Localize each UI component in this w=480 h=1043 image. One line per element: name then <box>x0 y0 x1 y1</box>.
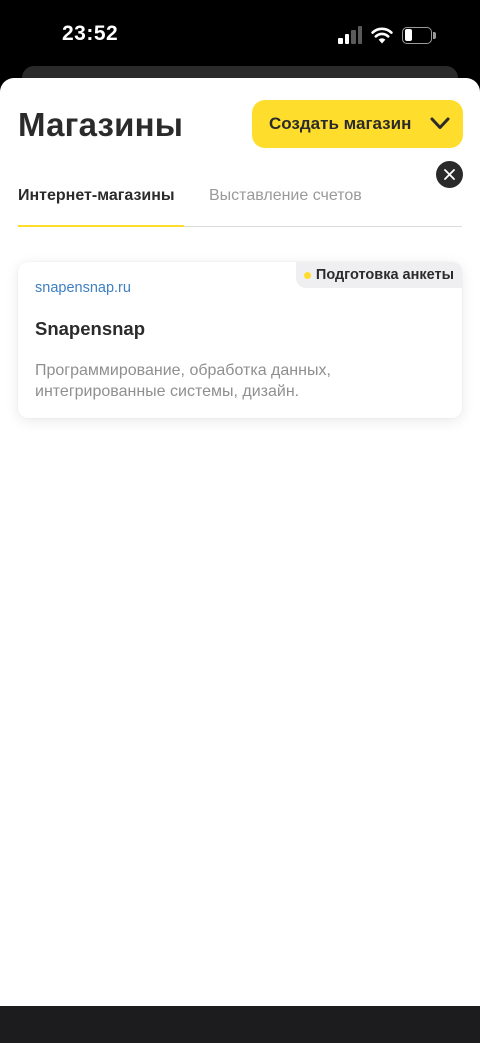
status-time: 23:52 <box>62 22 119 45</box>
battery-icon <box>402 26 436 44</box>
signal-icon <box>338 26 362 44</box>
page-title: Магазины <box>18 106 184 143</box>
tabs: Интернет-магазины Выставление счетов <box>18 184 462 227</box>
status-badge-label: Подготовка анкеты <box>315 267 454 283</box>
close-icon <box>444 169 455 180</box>
status-dot <box>303 271 311 279</box>
tab-invoicing[interactable]: Выставление счетов <box>209 187 362 205</box>
tab-online-shops[interactable]: Интернет-магазины <box>18 187 175 205</box>
shop-name: Snapensnap <box>35 318 145 339</box>
status-icons <box>338 24 436 46</box>
status-bar: 23:52 <box>0 0 480 72</box>
active-tab-indicator <box>18 225 184 227</box>
status-badge: Подготовка анкеты <box>295 262 462 288</box>
bottom-bar <box>0 1006 480 1043</box>
shop-description: Программирование, обработка данных, инте… <box>35 362 331 400</box>
create-shop-button-label: Создать магазин <box>269 114 412 133</box>
shop-card[interactable]: Подготовка анкеты snapensnap.ru Snapensn… <box>18 262 462 418</box>
shop-url-link[interactable]: snapensnap.ru <box>35 280 131 296</box>
create-shop-button[interactable]: Создать магазин <box>252 100 463 148</box>
wifi-icon <box>371 27 393 44</box>
chevron-down-icon <box>430 117 450 129</box>
shops-sheet: Магазины Создать магазин Интернет-магази… <box>0 78 480 1006</box>
